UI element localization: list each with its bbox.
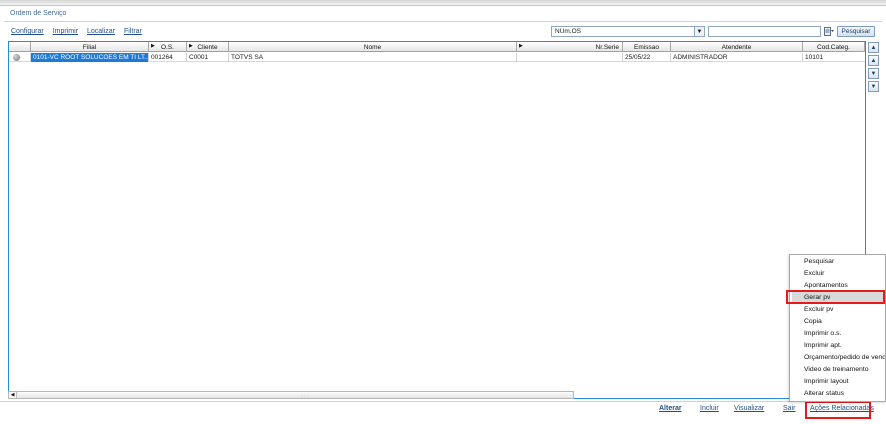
header-emissao[interactable]: Emissao bbox=[623, 42, 671, 52]
previous-record-button[interactable]: ▲ bbox=[868, 55, 879, 66]
search-field-value: NUm.OS bbox=[555, 28, 581, 35]
bottom-divider bbox=[0, 401, 886, 402]
header-nome[interactable]: Nome bbox=[229, 42, 517, 52]
orders-grid: Filial ▶ O.S. ▶ Cliente Nome ▶ Nr.Serie Emi… bbox=[8, 41, 866, 399]
menu-item-excluir-pv[interactable]: Excluir pv bbox=[792, 304, 885, 315]
scroll-left-icon[interactable]: ◀ bbox=[9, 392, 17, 398]
cell-nome[interactable]: TOTVS SA bbox=[229, 53, 517, 62]
header-cliente[interactable]: ▶ Cliente bbox=[187, 42, 229, 52]
configurar-link[interactable]: Configurar bbox=[11, 28, 44, 35]
header-os[interactable]: ▶ O.S. bbox=[149, 42, 187, 52]
menu-item-alterar-status[interactable]: Alterar status bbox=[792, 388, 885, 399]
sort-arrow-icon: ▶ bbox=[519, 43, 523, 49]
header-filial[interactable]: Filial bbox=[31, 42, 149, 52]
cell-filial[interactable]: 0101-VC ROOT SOLUCOES EM TI LT... bbox=[31, 53, 149, 62]
down-icon: ▼ bbox=[870, 70, 877, 77]
status-indicator-icon bbox=[13, 54, 20, 61]
header-cliente-label: Cliente bbox=[197, 43, 218, 51]
header-status bbox=[9, 42, 31, 52]
header-nr-serie-label: Nr.Serie bbox=[595, 43, 619, 51]
header-os-label: O.S. bbox=[160, 43, 174, 51]
grip-icon: ⋮⋮⋮ bbox=[300, 393, 310, 398]
cell-atendente[interactable]: ADMINISTRADOR bbox=[671, 53, 803, 62]
cell-cod-categ[interactable]: 10101 bbox=[803, 53, 863, 62]
menu-item-video-treinamento[interactable]: Video de treinamento bbox=[792, 364, 885, 375]
menu-item-copia[interactable]: Copia bbox=[792, 316, 885, 327]
search-button[interactable]: Pesquisar bbox=[837, 26, 875, 37]
header-atendente[interactable]: Atendente bbox=[671, 42, 803, 52]
cell-nr-serie[interactable] bbox=[517, 53, 623, 62]
table-row[interactable]: 0101-VC ROOT SOLUCOES EM TI LT... 001264… bbox=[9, 53, 865, 62]
localizar-link[interactable]: Localizar bbox=[87, 28, 115, 35]
imprimir-link[interactable]: Imprimir bbox=[53, 28, 78, 35]
header-nr-serie[interactable]: ▶ Nr.Serie bbox=[517, 42, 623, 52]
search-input[interactable] bbox=[708, 26, 821, 37]
first-record-button[interactable]: ▲ bbox=[868, 42, 879, 53]
first-icon: ▲ bbox=[870, 44, 877, 51]
menu-item-pesquisar[interactable]: Pesquisar bbox=[792, 256, 885, 267]
sair-button[interactable]: Sair bbox=[783, 405, 795, 415]
cell-os[interactable]: 001264 bbox=[149, 53, 187, 62]
related-actions-menu: Pesquisar Excluir Apontamentos Gerar pv … bbox=[789, 254, 886, 402]
up-icon: ▲ bbox=[870, 57, 877, 64]
title-divider bbox=[4, 21, 882, 22]
last-icon: ▼ bbox=[870, 83, 877, 90]
sort-arrow-icon: ▶ bbox=[189, 43, 193, 49]
horizontal-scrollbar[interactable]: ◀ ⋮⋮⋮ bbox=[8, 391, 574, 399]
gerar-pv-highlight-box bbox=[786, 290, 885, 304]
incluir-button[interactable]: Incluir bbox=[700, 405, 719, 415]
menu-item-imprimir-layout[interactable]: Imprimir layout bbox=[792, 376, 885, 387]
page-title: Ordem de Serviço bbox=[10, 10, 67, 17]
sort-arrow-icon: ▶ bbox=[151, 43, 155, 49]
app-window: Ordem de Serviço Configurar Imprimir Loc… bbox=[0, 0, 886, 424]
acoes-highlight-box bbox=[805, 401, 871, 419]
menu-item-orcamento[interactable]: Orçamento/pedido de venda bbox=[792, 352, 885, 363]
cell-cliente[interactable]: C0001 bbox=[187, 53, 229, 62]
menu-item-excluir[interactable]: Excluir bbox=[792, 268, 885, 279]
row-status bbox=[9, 53, 31, 62]
chevron-down-icon[interactable]: ▼ bbox=[694, 27, 704, 36]
menu-item-imprimir-os[interactable]: Imprimir o.s. bbox=[792, 328, 885, 339]
scroll-thumb[interactable]: ⋮⋮⋮ bbox=[18, 392, 572, 398]
record-navigation: ▲ ▲ ▼ ▼ bbox=[868, 42, 880, 94]
alterar-button[interactable]: Alterar bbox=[659, 405, 682, 415]
filtrar-link[interactable]: Filtrar bbox=[124, 28, 142, 35]
grid-toolbar: Configurar Imprimir Localizar Filtrar bbox=[11, 28, 142, 35]
search-options-icon[interactable] bbox=[823, 26, 834, 37]
menu-item-imprimir-apt[interactable]: Imprimir apt. bbox=[792, 340, 885, 351]
last-record-button[interactable]: ▼ bbox=[868, 81, 879, 92]
cell-emissao[interactable]: 25/05/22 bbox=[623, 53, 671, 62]
top-strip bbox=[0, 0, 886, 6]
search-field-select[interactable]: NUm.OS ▼ bbox=[551, 26, 705, 37]
visualizar-button[interactable]: Visualizar bbox=[734, 405, 764, 415]
grid-header: Filial ▶ O.S. ▶ Cliente Nome ▶ Nr.Serie Emi… bbox=[9, 42, 865, 52]
next-record-button[interactable]: ▼ bbox=[868, 68, 879, 79]
header-cod-categ[interactable]: Cod.Categ. bbox=[803, 42, 865, 52]
